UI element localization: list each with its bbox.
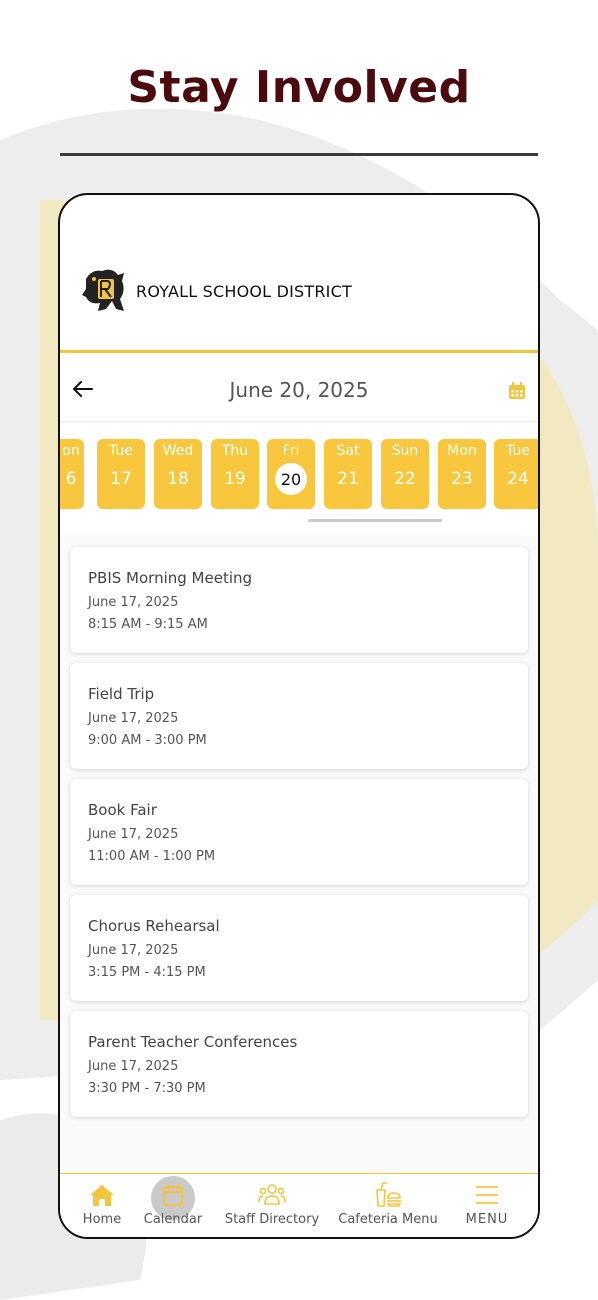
calendar-icon[interactable] [508,382,526,400]
day-number: 17 [110,469,132,489]
event-date: June 17, 2025 [88,827,179,842]
day-name: Tue [109,443,133,459]
event-card[interactable]: Parent Teacher Conferences June 17, 2025… [70,1011,528,1117]
event-title: Field Trip [88,685,155,703]
event-title: Book Fair [88,801,157,819]
event-time: 3:15 PM - 4:15 PM [88,965,206,980]
day-name: Sat [336,443,360,459]
page-headline: Stay Involved [127,62,471,113]
day-wed-18[interactable]: Wed 18 [154,439,202,509]
event-card[interactable]: Book Fair June 17, 2025 11:00 AM - 1:00 … [70,779,528,885]
district-name: ROYALL SCHOOL DISTRICT [136,282,352,301]
day-mon-16[interactable]: on 6 [60,439,84,509]
people-icon [258,1184,286,1205]
date-bar: June 20, 2025 [60,356,538,422]
cafeteria-icon [376,1182,402,1207]
selected-day-circle: 20 [275,463,307,495]
day-mon-23[interactable]: Mon 23 [438,439,486,509]
nav-label: Calendar [143,1212,203,1227]
day-tue-24[interactable]: Tue 24 [494,439,538,509]
event-date: June 17, 2025 [88,711,179,726]
nav-calendar[interactable]: Calendar [138,1174,208,1237]
app-header: ROYALL SCHOOL DISTRICT [60,195,538,353]
day-strip: on 6 Tue 17 Wed 18 Thu 19 Fri 20 Sat 21 … [60,439,538,511]
headline-divider [60,153,538,156]
nav-label: Home [82,1212,122,1227]
day-name: Tue [506,443,530,459]
day-number: 6 [65,469,77,489]
nav-label: Staff Directory [224,1212,320,1227]
day-name: on [62,443,80,459]
day-number: 20 [280,469,302,489]
event-time: 11:00 AM - 1:00 PM [88,849,216,864]
event-time: 9:00 AM - 3:00 PM [88,733,207,748]
day-number: 22 [394,469,416,489]
day-number: 19 [224,469,246,489]
event-title: Chorus Rehearsal [88,917,220,935]
event-card[interactable]: Field Trip June 17, 2025 9:00 AM - 3:00 … [70,663,528,769]
nav-menu[interactable]: MENU [456,1174,518,1237]
event-date: June 17, 2025 [88,1059,179,1074]
horizontal-scrollbar[interactable] [308,519,442,522]
nav-label: MENU [465,1212,509,1227]
event-time: 8:15 AM - 9:15 AM [88,617,208,632]
day-tue-17[interactable]: Tue 17 [97,439,145,509]
panther-logo [82,269,124,311]
nav-home[interactable]: Home [72,1174,132,1237]
day-thu-19[interactable]: Thu 19 [211,439,259,509]
phone-frame: ROYALL SCHOOL DISTRICT June 20, 2025 on … [58,193,540,1239]
day-sat-21[interactable]: Sat 21 [324,439,372,509]
event-card[interactable]: Chorus Rehearsal June 17, 2025 3:15 PM -… [70,895,528,1001]
day-name: Mon [447,443,477,459]
current-date-title: June 20, 2025 [229,378,369,402]
day-fri-20-selected[interactable]: Fri 20 [267,439,315,509]
nav-label: Cafeteria Menu [338,1212,438,1227]
home-icon [90,1185,114,1206]
day-name: Thu [221,443,249,459]
calendar-icon [163,1184,183,1206]
event-card[interactable]: PBIS Morning Meeting June 17, 2025 8:15 … [70,547,528,653]
day-number: 21 [337,469,359,489]
event-date: June 17, 2025 [88,595,179,610]
nav-cafeteria-menu[interactable]: Cafeteria Menu [336,1174,440,1237]
day-number: 23 [451,469,473,489]
day-name: Wed [162,443,194,459]
day-number: 18 [167,469,189,489]
event-time: 3:30 PM - 7:30 PM [88,1081,206,1096]
bottom-nav: Home Calendar Staff Directory Cafeteria … [60,1173,538,1237]
day-sun-22[interactable]: Sun 22 [381,439,429,509]
day-name: Fri [282,443,300,459]
hamburger-menu-icon [476,1186,498,1204]
day-name: Sun [391,443,419,459]
event-title: PBIS Morning Meeting [88,569,253,587]
nav-staff-directory[interactable]: Staff Directory [220,1174,324,1237]
event-list: PBIS Morning Meeting June 17, 2025 8:15 … [60,535,538,1185]
day-number: 24 [507,469,529,489]
event-title: Parent Teacher Conferences [88,1033,298,1051]
event-date: June 17, 2025 [88,943,179,958]
